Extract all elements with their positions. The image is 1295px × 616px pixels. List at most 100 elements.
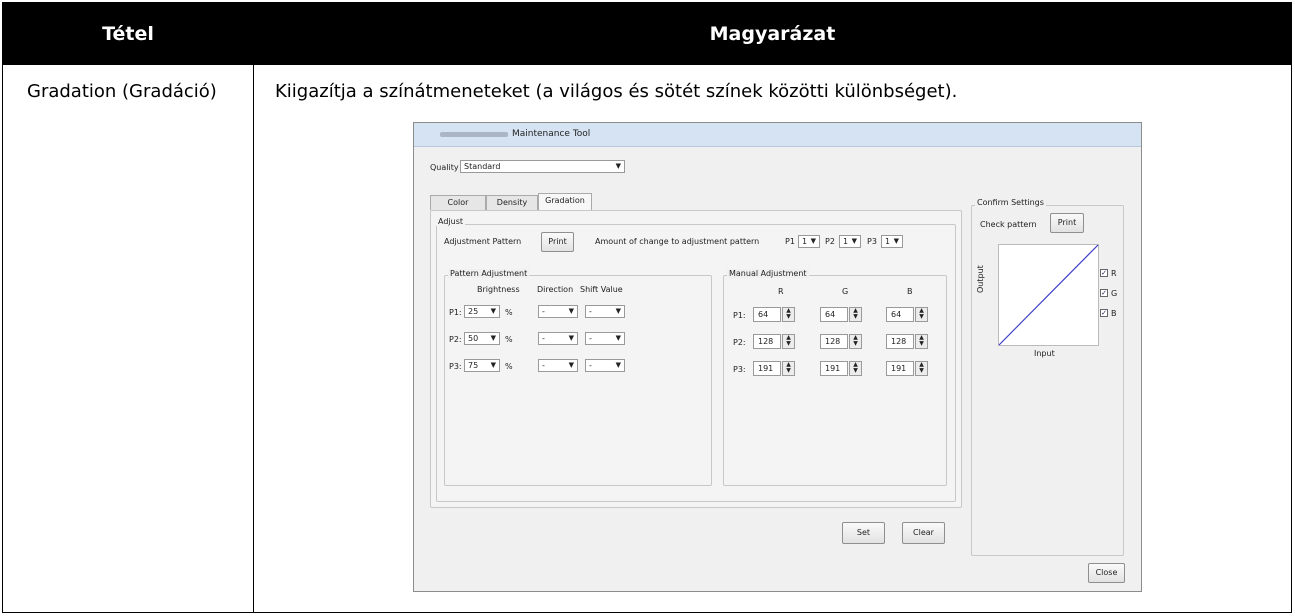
p1-amount-select[interactable]: 1 ▼ [798,235,820,248]
p2-amount-label: P2 [825,237,835,246]
adjustment-print-button[interactable]: Print [541,232,574,252]
p3-brightness-value: 75 [468,361,479,370]
pattern-row-label: P3: [449,362,462,371]
pattern-row-label: P2: [449,335,462,344]
check-pattern-label: Check pattern [980,220,1037,229]
p3-g-input[interactable]: 191 [820,361,848,376]
chevron-down-icon: ▼ [615,361,621,369]
p3-direction-select[interactable]: - ▼ [538,359,578,372]
adjustment-pattern-label: Adjustment Pattern [444,237,522,246]
window-titlebar: Maintenance Tool [414,123,1141,147]
chevron-down-icon: ▼ [615,307,621,315]
tab-gradation[interactable]: Gradation [538,193,592,210]
close-button[interactable]: Close [1088,563,1125,583]
p3-shift-value: - [589,361,592,370]
g-checkbox[interactable]: ✓ [1100,289,1108,297]
p2-direction-select[interactable]: - ▼ [538,332,578,345]
p3-brightness-select[interactable]: 75 ▼ [464,359,500,372]
p1-amount-label: P1 [785,237,795,246]
pattern-adjustment-label: Pattern Adjustment [448,269,530,278]
printer-name-blurred [440,132,508,137]
p2-amount-select[interactable]: 1 ▼ [839,235,861,248]
check-pattern-print-button[interactable]: Print [1050,213,1084,233]
table-header: Tétel Magyarázat [3,3,1291,65]
g-checkbox-label: G [1111,289,1118,298]
tab-density[interactable]: Density [486,195,538,210]
p2-b-spinner-icon[interactable]: ▲ ▼ [915,334,928,349]
manual-row-label: P1: [733,311,746,320]
p1-direction-select[interactable]: - ▼ [538,305,578,318]
set-button[interactable]: Set [842,522,885,544]
chevron-down-icon: ▼ [568,361,574,369]
pattern-row-label: P1: [449,308,462,317]
p2-g-input[interactable]: 128 [820,334,848,349]
p1-direction-value: - [542,307,545,316]
r-checkbox-label: R [1111,269,1117,278]
p2-amount-value: 1 [843,237,849,246]
p1-g-spinner-icon[interactable]: ▲ ▼ [849,307,862,322]
gradation-curve-graph [998,244,1099,346]
p1-brightness-select[interactable]: 25 ▼ [464,305,500,318]
percent-label: % [505,362,513,371]
chevron-down-icon: ▼ [615,334,621,342]
p3-direction-value: - [542,361,545,370]
maintenance-tool-window: Maintenance Tool Quality Standard ▼ Colo… [413,122,1142,592]
p3-r-spinner-icon[interactable]: ▲ ▼ [782,361,795,376]
p2-r-input[interactable]: 128 [753,334,781,349]
p1-shift-value: - [589,307,592,316]
header-explanation: Magyarázat [709,23,836,45]
p3-shift-select[interactable]: - ▼ [585,359,625,372]
brightness-header: Brightness [477,285,520,294]
chevron-down-icon: ▼ [490,334,496,342]
p2-r-spinner-icon[interactable]: ▲ ▼ [782,334,795,349]
quality-label: Quality [430,163,459,172]
b-checkbox[interactable]: ✓ [1100,309,1108,317]
p3-r-input[interactable]: 191 [753,361,781,376]
p1-b-input[interactable]: 64 [886,307,914,322]
g-header: G [842,287,849,296]
p1-r-input[interactable]: 64 [753,307,781,322]
p1-g-input[interactable]: 64 [820,307,848,322]
p1-shift-select[interactable]: - ▼ [585,305,625,318]
chevron-down-icon: ▼ [810,237,816,245]
p2-direction-value: - [542,334,545,343]
column-divider [253,3,254,612]
row-item-label: Gradation (Gradáció) [27,81,217,102]
b-checkbox-label: B [1111,309,1117,318]
p3-g-spinner-icon[interactable]: ▲ ▼ [849,361,862,376]
p2-brightness-select[interactable]: 50 ▼ [464,332,500,345]
p1-amount-value: 1 [802,237,808,246]
chevron-down-icon: ▼ [490,361,496,369]
p3-b-input[interactable]: 191 [886,361,914,376]
quality-select[interactable]: Standard ▼ [460,160,625,173]
p2-shift-select[interactable]: - ▼ [585,332,625,345]
percent-label: % [505,308,513,317]
p1-r-spinner-icon[interactable]: ▲ ▼ [782,307,795,322]
x-axis-label: Input [1034,349,1055,358]
p2-b-input[interactable]: 128 [886,334,914,349]
amount-change-label: Amount of change to adjustment pattern [595,237,760,246]
p3-amount-value: 1 [885,237,891,246]
p1-b-spinner-icon[interactable]: ▲ ▼ [915,307,928,322]
p3-amount-label: P3 [867,237,877,246]
p3-amount-select[interactable]: 1 ▼ [881,235,903,248]
header-item: Tétel [102,23,154,45]
p3-b-spinner-icon[interactable]: ▲ ▼ [915,361,928,376]
manual-row-label: P3: [733,365,746,374]
percent-label: % [505,335,513,344]
confirm-settings-label: Confirm Settings [975,198,1046,207]
r-checkbox[interactable]: ✓ [1100,269,1108,277]
clear-button[interactable]: Clear [902,522,945,544]
p2-g-spinner-icon[interactable]: ▲ ▼ [849,334,862,349]
y-axis-label: Output [976,265,985,293]
chevron-down-icon: ▼ [851,237,857,245]
p1-brightness-value: 25 [468,307,479,316]
p2-brightness-value: 50 [468,334,479,343]
manual-row-label: P2: [733,338,746,347]
p2-shift-value: - [589,334,592,343]
tab-color-balance[interactable]: Color Balance [430,195,486,221]
adjust-group-label: Adjust [436,217,466,226]
chevron-down-icon: ▼ [893,237,899,245]
shift-value-header: Shift Value [580,285,623,294]
r-header: R [778,287,784,296]
